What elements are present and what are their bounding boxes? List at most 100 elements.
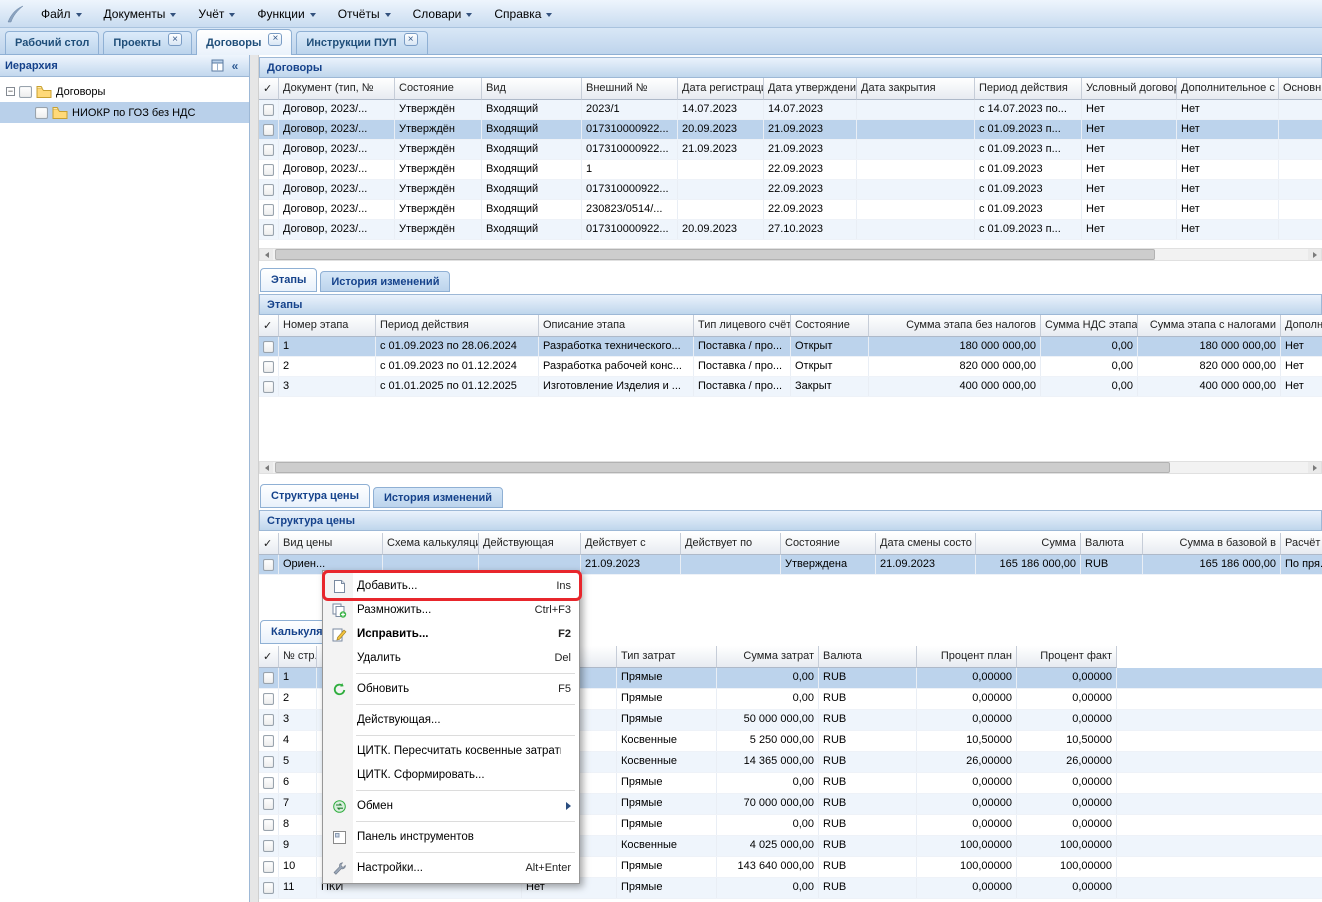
column-header[interactable]: Сумма затрат <box>717 646 819 668</box>
column-header[interactable]: Действует с <box>581 533 681 555</box>
column-header[interactable]: Дополн <box>1281 315 1322 337</box>
row-checkbox[interactable] <box>263 361 274 373</box>
row-checkbox[interactable] <box>263 672 274 684</box>
column-header[interactable]: Основн <box>1279 78 1322 100</box>
table-row[interactable]: Договор, 2023/...УтверждёнВходящий017310… <box>259 220 1322 240</box>
row-checkbox[interactable] <box>263 144 274 156</box>
menubar-item[interactable]: Учёт <box>187 0 246 27</box>
column-header[interactable]: Дата регистрации <box>678 78 764 100</box>
row-checkbox[interactable] <box>263 104 274 116</box>
contracts-hscrollbar[interactable] <box>259 248 1322 261</box>
row-checkbox[interactable] <box>263 204 274 216</box>
column-header[interactable]: Вид цены <box>279 533 383 555</box>
column-header[interactable]: Состояние <box>781 533 876 555</box>
column-header[interactable]: Дата смены состо <box>876 533 976 555</box>
row-checkbox[interactable] <box>263 735 274 747</box>
table-row[interactable]: Договор, 2023/...УтверждёнВходящий017310… <box>259 140 1322 160</box>
tab-item[interactable]: Инструкции ПУП× <box>296 31 427 54</box>
context-menu-item[interactable]: Панель инструментов <box>324 825 578 849</box>
row-checkbox[interactable] <box>263 882 274 894</box>
column-header[interactable]: Документ (тип, № <box>279 78 395 100</box>
row-checkbox[interactable] <box>263 798 274 810</box>
column-header[interactable]: Сумма этапа без налогов <box>869 315 1041 337</box>
row-checkbox[interactable] <box>263 714 274 726</box>
column-header[interactable]: № стр... <box>279 646 317 668</box>
tab-close-icon[interactable]: × <box>404 33 418 46</box>
tab-active[interactable]: Договоры× <box>196 29 292 55</box>
column-header[interactable]: Условный договор <box>1082 78 1177 100</box>
context-menu-item[interactable]: Добавить...Ins <box>324 574 578 598</box>
scroll-left-icon[interactable] <box>260 462 273 473</box>
context-menu-item[interactable]: Обмен <box>324 794 578 818</box>
tab-close-icon[interactable]: × <box>168 33 182 46</box>
column-header[interactable]: Схема калькуляци <box>383 533 479 555</box>
scroll-right-icon[interactable] <box>1308 249 1321 260</box>
context-menu-item[interactable]: Исправить...F2 <box>324 622 578 646</box>
row-checkbox[interactable] <box>263 341 274 353</box>
column-header[interactable]: Дата утверждения <box>764 78 857 100</box>
table-row[interactable]: Договор, 2023/...УтверждёнВходящий2023/1… <box>259 100 1322 120</box>
context-menu-item[interactable]: Действующая... <box>324 708 578 732</box>
context-menu-item[interactable]: Размножить...Ctrl+F3 <box>324 598 578 622</box>
column-header[interactable]: Действующая <box>479 533 581 555</box>
column-header[interactable]: Тип лицевого счёт <box>694 315 791 337</box>
tree-node[interactable]: −Договоры <box>0 81 249 102</box>
scrollbar-thumb[interactable] <box>275 249 1155 260</box>
table-row[interactable]: Договор, 2023/...УтверждёнВходящий017310… <box>259 120 1322 140</box>
column-header[interactable]: Валюта <box>1081 533 1143 555</box>
select-all-column-header[interactable]: ✓ <box>259 533 279 555</box>
column-header[interactable]: Сумма <box>976 533 1081 555</box>
row-checkbox[interactable] <box>263 756 274 768</box>
column-header[interactable]: Действует по <box>681 533 781 555</box>
column-header[interactable]: Сумма НДС этапа <box>1041 315 1138 337</box>
subtab[interactable]: История изменений <box>373 487 503 508</box>
node-checkbox[interactable] <box>35 107 48 119</box>
select-all-column-header[interactable]: ✓ <box>259 646 279 668</box>
row-checkbox[interactable] <box>263 124 274 136</box>
menubar-item[interactable]: Функции <box>246 0 326 27</box>
collapse-node-icon[interactable]: − <box>6 87 15 96</box>
scrollbar-thumb[interactable] <box>275 462 1170 473</box>
table-row[interactable]: Договор, 2023/...УтверждёнВходящий017310… <box>259 180 1322 200</box>
row-checkbox[interactable] <box>263 164 274 176</box>
column-header[interactable]: Период действия <box>975 78 1082 100</box>
subtab[interactable]: История изменений <box>320 271 450 292</box>
context-menu-item[interactable]: ЦИТК. Пересчитать косвенные затраты... <box>324 739 578 763</box>
table-row[interactable]: Договор, 2023/...УтверждёнВходящий230823… <box>259 200 1322 220</box>
tree-node[interactable]: НИОКР по ГОЗ без НДС <box>0 102 249 123</box>
table-row[interactable]: 1с 01.09.2023 по 28.06.2024Разработка те… <box>259 337 1322 357</box>
menubar-item[interactable]: Файл <box>30 0 93 27</box>
column-header[interactable]: Состояние <box>395 78 482 100</box>
menubar-item[interactable]: Справка <box>483 0 563 27</box>
column-header[interactable]: Описание этапа <box>539 315 694 337</box>
column-header[interactable]: Процент план <box>917 646 1017 668</box>
table-row[interactable]: Договор, 2023/...УтверждёнВходящий122.09… <box>259 160 1322 180</box>
tab-item[interactable]: Проекты× <box>103 31 192 54</box>
menubar-item[interactable]: Документы <box>93 0 188 27</box>
table-row[interactable]: 2с 01.09.2023 по 01.12.2024Разработка ра… <box>259 357 1322 377</box>
row-checkbox[interactable] <box>263 693 274 705</box>
row-checkbox[interactable] <box>263 381 274 393</box>
column-header[interactable]: Внешний № <box>582 78 678 100</box>
column-header[interactable]: Дата закрытия <box>857 78 975 100</box>
column-header[interactable]: Дополнительное с <box>1177 78 1279 100</box>
scroll-left-icon[interactable] <box>260 249 273 260</box>
context-menu-item[interactable]: Настройки...Alt+Enter <box>324 856 578 880</box>
row-checkbox[interactable] <box>263 224 274 236</box>
table-row[interactable]: 3с 01.01.2025 по 01.12.2025Изготовление … <box>259 377 1322 397</box>
node-checkbox[interactable] <box>19 86 32 98</box>
subtab[interactable]: Структура цены <box>260 484 370 508</box>
column-header[interactable]: Процент факт <box>1017 646 1117 668</box>
subtab[interactable]: Этапы <box>260 268 317 292</box>
menubar-item[interactable]: Словари <box>402 0 484 27</box>
column-header[interactable]: Вид <box>482 78 582 100</box>
context-menu-item[interactable]: ОбновитьF5 <box>324 677 578 701</box>
column-header[interactable]: Расчёт <box>1281 533 1322 555</box>
column-header[interactable]: Период действия <box>376 315 539 337</box>
column-header[interactable]: Тип затрат <box>617 646 717 668</box>
row-checkbox[interactable] <box>263 819 274 831</box>
row-checkbox[interactable] <box>263 777 274 789</box>
grid-view-icon[interactable] <box>208 57 226 75</box>
row-checkbox[interactable] <box>263 184 274 196</box>
row-checkbox[interactable] <box>263 559 274 571</box>
